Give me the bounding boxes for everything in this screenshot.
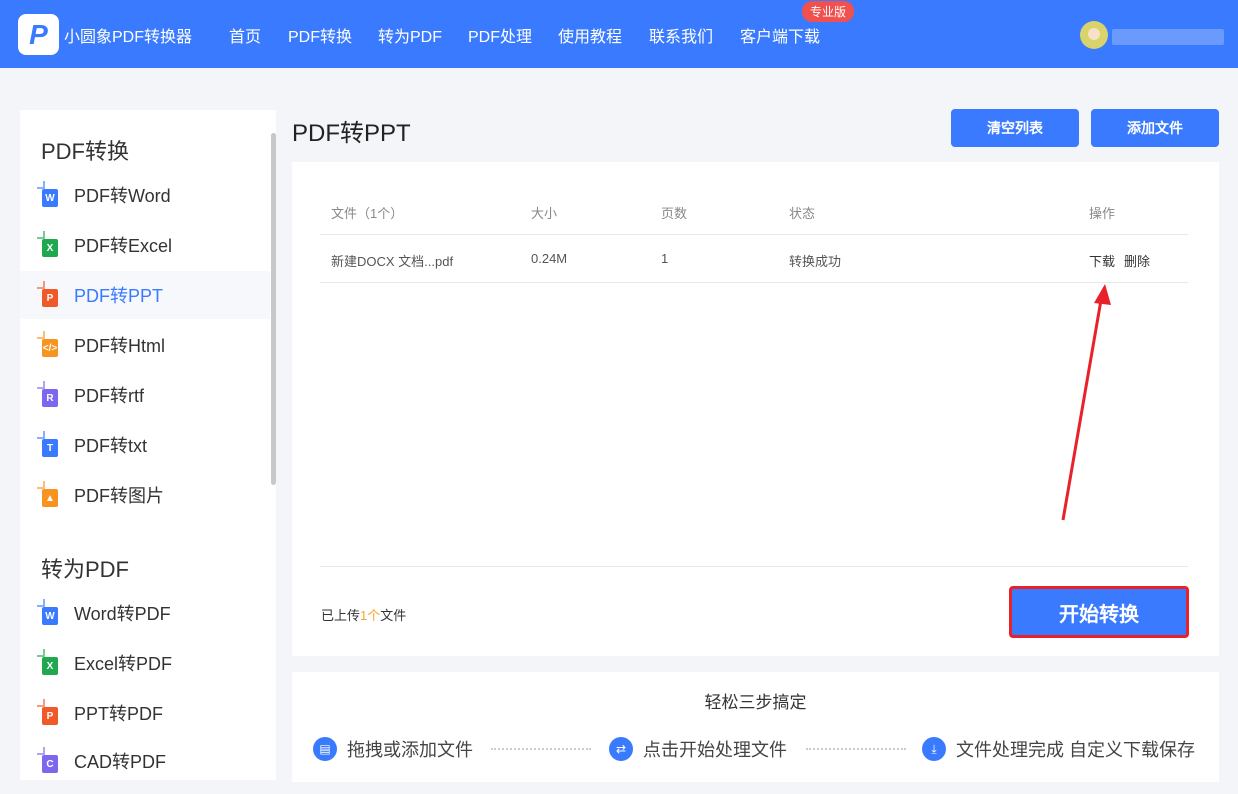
start-convert-button[interactable]: 开始转换 <box>1009 586 1189 638</box>
sidebar-item-label: PDF转PPT <box>74 286 164 306</box>
step-connector <box>491 748 591 750</box>
top-header: P 小圆象PDF转换器 首页 PDF转换 转为PDF PDF处理 使用教程 联系… <box>0 0 1238 68</box>
col-pages: 页数 <box>661 206 688 221</box>
nav-pdf-process[interactable]: PDF处理 <box>468 23 532 47</box>
rtf-icon: R <box>37 381 58 407</box>
sidebar-item-word转pdf[interactable]: W Word转PDF <box>20 589 270 637</box>
file-size: 0.24M <box>531 251 568 266</box>
pro-badge: 专业版 <box>802 1 855 22</box>
username-blurred[interactable] <box>1112 29 1224 45</box>
sidebar-item-label: Excel转PDF <box>74 654 173 674</box>
step-3: ⤓ 文件处理完成 自定义下载保存 <box>922 736 1195 762</box>
col-size: 大小 <box>531 206 558 221</box>
sidebar-item-label: PDF转图片 <box>74 486 164 506</box>
file-pages: 1 <box>661 251 669 266</box>
file-status: 转换成功 <box>789 254 842 269</box>
sidebar-item-pdf转html[interactable]: </> PDF转Html <box>20 321 270 369</box>
brand-name[interactable]: 小圆象PDF转换器 <box>64 23 192 47</box>
sidebar-item-ppt转pdf[interactable]: P PPT转PDF <box>20 689 270 737</box>
app-logo[interactable]: P <box>18 14 59 55</box>
word-icon: W <box>37 181 58 207</box>
sidebar-section-title: PDF转换 <box>41 139 130 164</box>
sidebar: PDF转换 W PDF转Word X PDF转Excel P PDF转PPT </> PDF转H… <box>20 110 276 780</box>
upload-prefix: 已上传 <box>321 608 361 623</box>
col-actions: 操作 <box>1089 206 1116 221</box>
sidebar-item-pdf转图片[interactable]: ▲ PDF转图片 <box>20 471 270 519</box>
nav-contact[interactable]: 联系我们 <box>649 23 713 47</box>
sidebar-item-label: PDF转rtf <box>74 386 144 406</box>
page-title: PDF转PPT <box>292 120 411 147</box>
sidebar-item-pdf转rtf[interactable]: R PDF转rtf <box>20 371 270 419</box>
cad-icon: C <box>37 747 58 773</box>
upload-count: 已上传1个文件 <box>321 605 406 624</box>
sidebar-item-cad转pdf[interactable]: C CAD转PDF <box>20 737 270 780</box>
sidebar-item-label: PPT转PDF <box>74 704 164 724</box>
sidebar-item-pdf转txt[interactable]: T PDF转txt <box>20 421 270 469</box>
sidebar-item-excel转pdf[interactable]: X Excel转PDF <box>20 639 270 687</box>
sidebar-item-label: CAD转PDF <box>74 752 167 772</box>
sidebar-section-title: 转为PDF <box>41 557 130 582</box>
nav-tutorial[interactable]: 使用教程 <box>558 23 622 47</box>
divider <box>320 282 1188 283</box>
nav-pdf-convert[interactable]: PDF转换 <box>288 23 352 47</box>
sidebar-item-label: PDF转Excel <box>74 236 173 256</box>
sidebar-item-pdf转word[interactable]: W PDF转Word <box>20 171 270 219</box>
col-status: 状态 <box>789 206 816 221</box>
download-icon: ⤓ <box>922 737 946 761</box>
file-name: 新建DOCX 文档...pdf <box>331 254 454 269</box>
convert-icon: ⇄ <box>609 737 633 761</box>
delete-link[interactable]: 删除 <box>1124 251 1150 270</box>
step-connector <box>806 748 906 750</box>
ppt-icon: P <box>37 281 58 307</box>
file-list-card: 文件（1个） 大小 页数 状态 操作 新建DOCX 文档...pdf 0.24M… <box>292 162 1219 656</box>
sidebar-item-label: PDF转Word <box>74 186 171 206</box>
steps-title: 轻松三步搞定 <box>704 693 807 712</box>
divider <box>320 234 1188 235</box>
divider <box>320 566 1188 567</box>
steps-card: 轻松三步搞定 ▤ 拖拽或添加文件 ⇄ 点击开始处理文件 ⤓ 文件处理完成 自定义下载保… <box>292 672 1219 782</box>
upload-count-value: 1个 <box>360 608 381 623</box>
excel-icon: X <box>37 231 58 257</box>
word-icon: W <box>37 599 58 625</box>
col-file: 文件（1个） <box>331 206 404 221</box>
html-icon: </> <box>37 331 58 357</box>
image-icon: ▲ <box>37 481 58 507</box>
ppt-icon: P <box>37 699 58 725</box>
sidebar-item-pdf转ppt[interactable]: P PDF转PPT <box>20 271 270 319</box>
excel-icon: X <box>37 649 58 675</box>
step-1: ▤ 拖拽或添加文件 <box>313 736 473 762</box>
file-icon: ▤ <box>313 737 337 761</box>
nav-client-download[interactable]: 客户端下载 <box>740 23 820 47</box>
sidebar-scrollbar[interactable] <box>271 133 276 485</box>
step-label: 点击开始处理文件 <box>643 740 787 760</box>
txt-icon: T <box>37 431 58 457</box>
sidebar-item-label: PDF转Html <box>74 336 165 356</box>
download-link[interactable]: 下载 <box>1089 251 1115 270</box>
sidebar-item-pdf转excel[interactable]: X PDF转Excel <box>20 221 270 269</box>
sidebar-item-label: PDF转txt <box>74 436 148 456</box>
clear-list-button[interactable]: 清空列表 <box>951 109 1079 147</box>
add-file-button[interactable]: 添加文件 <box>1091 109 1219 147</box>
sidebar-item-label: Word转PDF <box>74 604 171 624</box>
upload-suffix: 文件 <box>380 608 407 623</box>
avatar[interactable] <box>1080 21 1108 49</box>
step-2: ⇄ 点击开始处理文件 <box>609 736 787 762</box>
nav-home[interactable]: 首页 <box>229 23 261 47</box>
step-label: 拖拽或添加文件 <box>347 740 473 760</box>
nav-to-pdf[interactable]: 转为PDF <box>378 23 442 47</box>
step-label: 文件处理完成 自定义下载保存 <box>956 740 1195 760</box>
